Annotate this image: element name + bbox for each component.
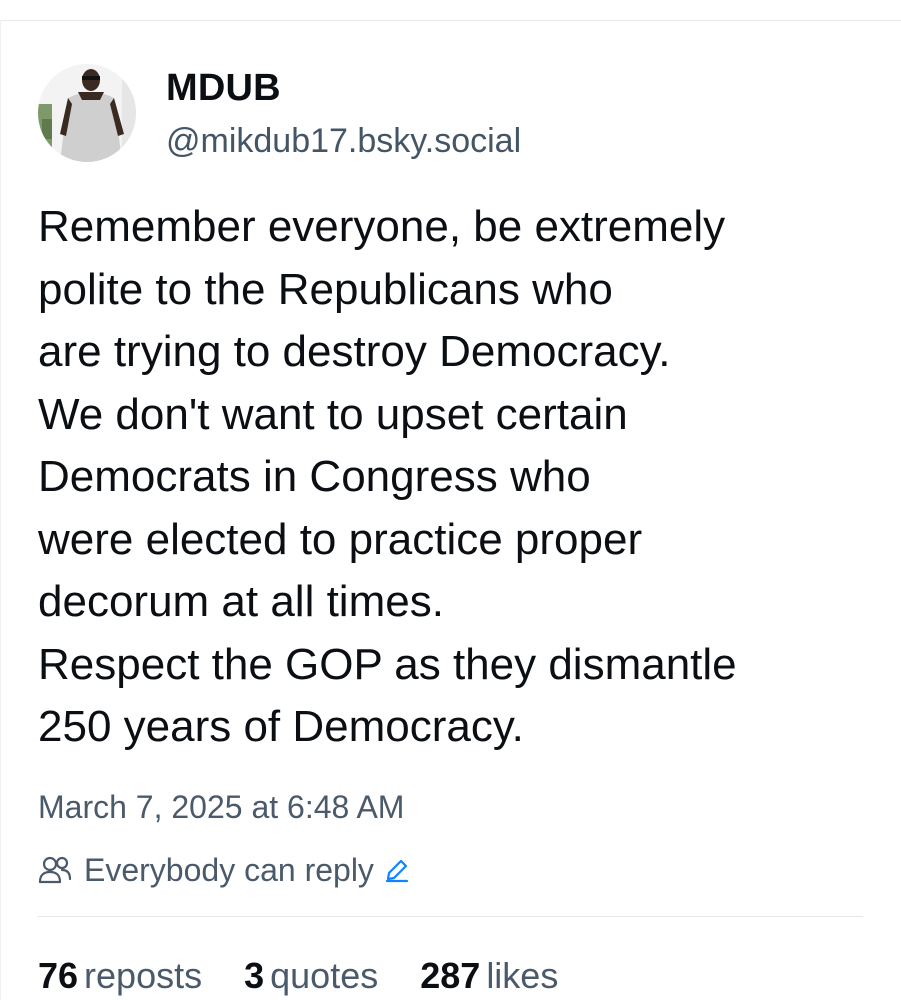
avatar[interactable] — [38, 64, 136, 162]
likes-count: 287 — [420, 955, 481, 996]
reposts-stat[interactable]: 76 reposts — [38, 952, 202, 1000]
author-display-name[interactable]: MDUB — [166, 66, 281, 110]
post-line: We don't want to upset certain — [38, 389, 628, 439]
likes-label: likes — [486, 955, 559, 996]
post-line: Respect the GOP as they dismantle — [38, 639, 737, 689]
profile-photo-icon — [38, 64, 136, 162]
quotes-stat[interactable]: 3 quotes — [244, 952, 378, 1000]
likes-stat[interactable]: 287 likes — [420, 952, 558, 1000]
people-icon — [38, 855, 72, 885]
stats-divider — [38, 916, 863, 917]
post-line: 250 years of Democracy. — [38, 702, 524, 751]
quotes-label: quotes — [270, 955, 379, 996]
reposts-label: reposts — [84, 955, 203, 996]
post-line: polite to the Republicans who — [38, 264, 613, 314]
post-line: decorum at all times. — [38, 577, 444, 626]
post-line: Democrats in Congress who — [38, 452, 591, 501]
pencil-icon[interactable] — [384, 857, 410, 883]
reply-settings[interactable]: Everybody can reply — [38, 848, 410, 892]
post-line: Remember everyone, be extremely — [38, 202, 726, 251]
top-divider — [0, 20, 901, 21]
post-line: were elected to practice proper — [38, 514, 643, 564]
post-line: are trying to destroy Democracy. — [38, 327, 671, 376]
left-border — [0, 20, 1, 1000]
post-stats: 76 reposts 3 quotes 287 likes — [38, 952, 600, 1000]
quotes-count: 3 — [244, 955, 265, 996]
reposts-count: 76 — [38, 955, 79, 996]
post-timestamp: March 7, 2025 at 6:48 AM — [38, 789, 405, 825]
reply-setting-label: Everybody can reply — [84, 851, 374, 888]
post-body: Remember everyone, be extremely polite t… — [38, 196, 888, 759]
author-handle[interactable]: @mikdub17.bsky.social — [166, 120, 521, 162]
